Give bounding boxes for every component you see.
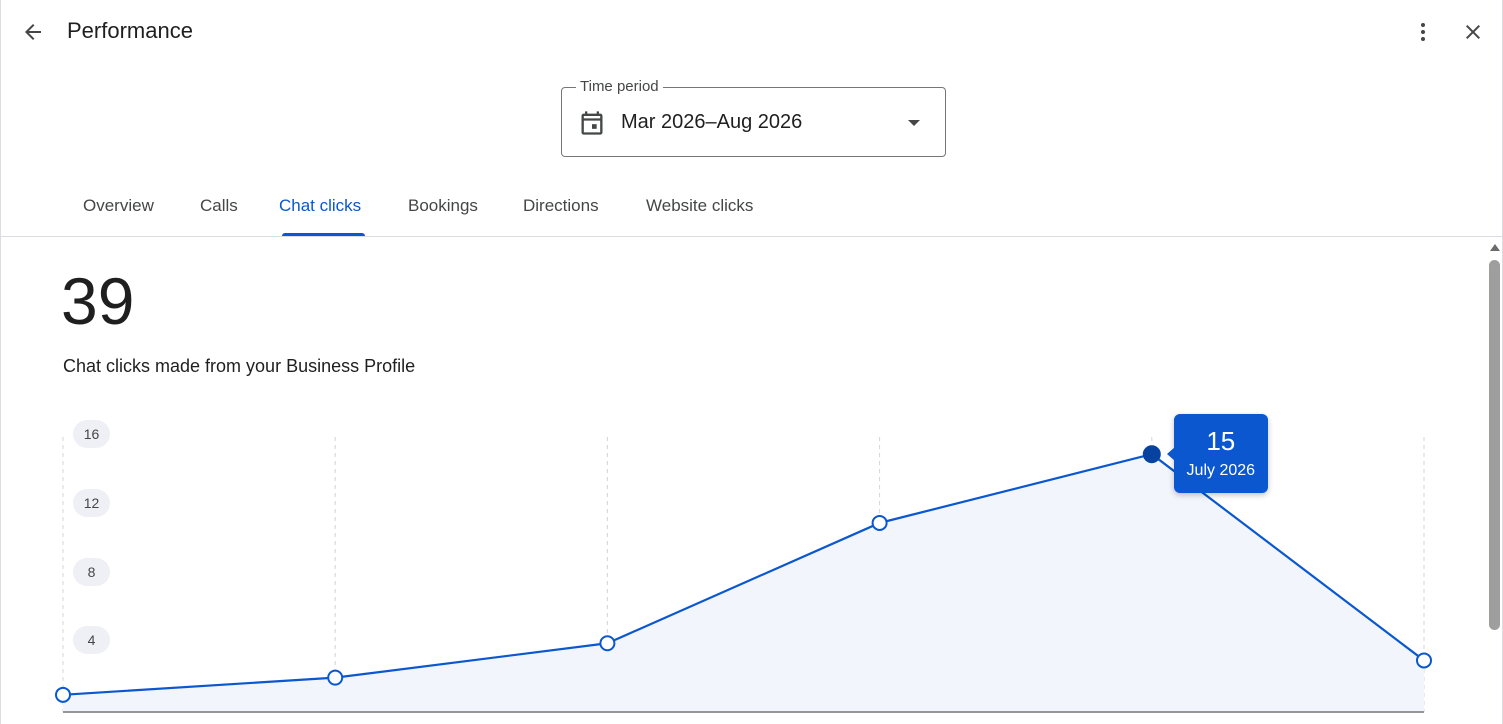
tab-overview[interactable]: Overview [83,196,154,216]
page-title: Performance [67,18,193,43]
time-period-select[interactable]: Time period Mar 2026–Aug 2026 [561,78,946,157]
dropdown-arrow-icon [908,120,920,126]
close-button[interactable] [1455,14,1491,50]
more-vert-icon [1421,23,1425,41]
chat-clicks-chart: 4 8 12 16 15 July 2026 [1,400,1481,724]
tooltip-month: July 2026 [1186,462,1256,480]
y-tick-label-0: 4 [73,626,110,655]
arrow-back-icon [25,24,41,40]
back-button[interactable] [15,14,51,50]
chart-tooltip: 15 July 2026 [1166,414,1268,494]
data-point-5 [1416,652,1432,669]
scrollbar-thumb[interactable] [1489,260,1500,630]
performance-dialog: Performance Time period Mar 2026–Aug 202… [0,0,1503,724]
data-point-3 [871,514,888,531]
data-point-1 [327,669,344,686]
y-tick-label-2: 12 [73,488,110,517]
calendar-icon [581,111,603,135]
scroll-up-arrow-icon[interactable] [1490,244,1500,251]
active-tab-indicator [282,233,365,236]
time-period-label: Time period [576,78,663,95]
tab-directions[interactable]: Directions [523,196,599,216]
more-options-button[interactable] [1405,14,1441,50]
data-point-2 [599,635,616,652]
metric-description: Chat clicks made from your Business Prof… [63,356,416,376]
data-point-4 [1142,445,1161,464]
tab-chat-clicks[interactable]: Chat clicks [279,196,361,216]
y-tick-label-1: 8 [73,557,110,586]
tooltip-value: 15 [1206,426,1236,457]
data-point-0 [55,686,71,703]
dialog-header: Performance [1,0,1503,64]
metric-tabs: Overview Calls Chat clicks Bookings Dire… [1,180,1503,237]
tab-calls[interactable]: Calls [200,196,238,216]
scrollbar[interactable] [1486,238,1503,724]
time-period-value: Mar 2026–Aug 2026 [621,111,803,133]
tab-bookings[interactable]: Bookings [408,196,478,216]
close-icon [1466,25,1480,39]
tab-website-clicks[interactable]: Website clicks [646,196,753,216]
total-chat-clicks: 39 [61,264,135,338]
y-tick-label-3: 16 [73,420,110,448]
